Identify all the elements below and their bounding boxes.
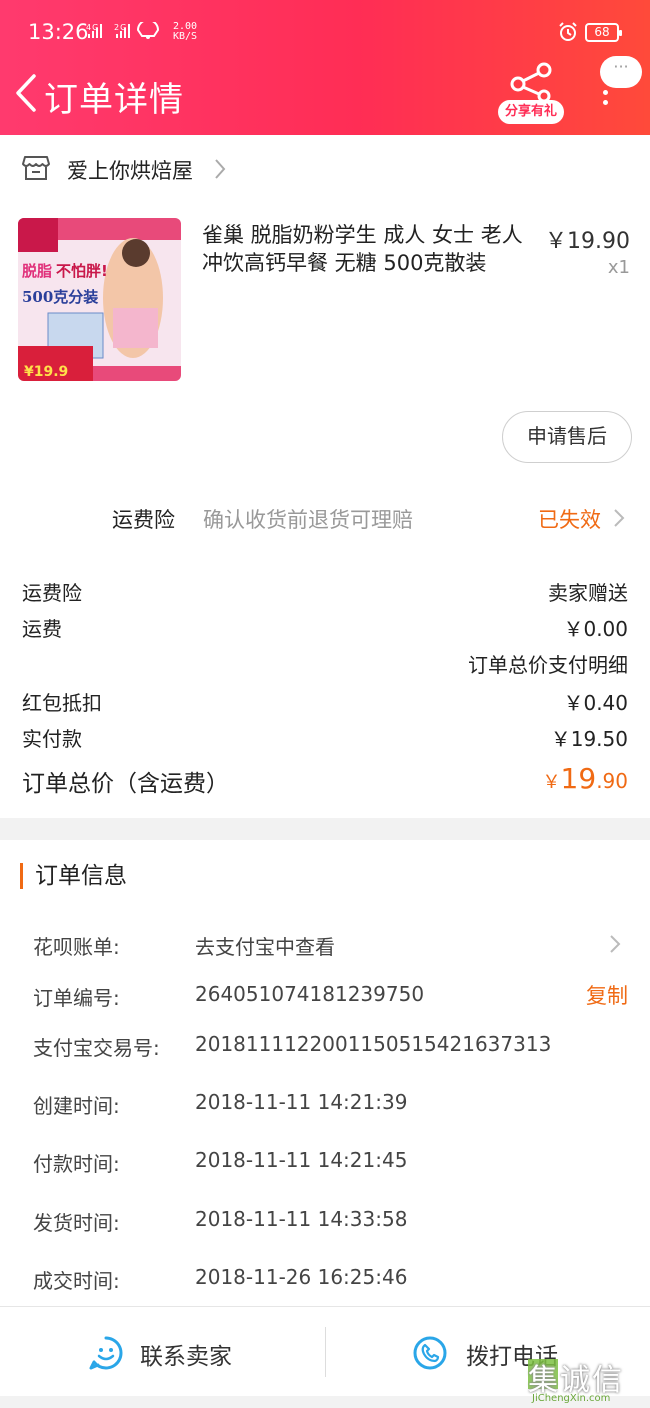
order-number: 264051074181239750 [195,982,425,1006]
order-number-row: 订单编号: 264051074181239750 复制 [0,974,650,1018]
shipped-time-row: 发货时间: 2018-11-11 14:33:58 [0,1199,650,1243]
fee-label: 运费 [22,617,62,641]
info-value: 2018-11-26 16:25:46 [195,1265,408,1289]
network-speed: 2.00 KB/S [173,21,198,42]
status-time: 13:26 [28,20,89,44]
svg-text:脱脂: 脱脂 [22,262,52,280]
contact-seller-label: 联系卖家 [140,1344,232,1370]
created-time-row: 创建时间: 2018-11-11 14:21:39 [0,1082,650,1126]
alipay-trade-number: 2018111122001150515421637313 [195,1032,552,1056]
fee-row-insurance: 运费险 卖家赠送 [0,574,650,606]
share-label: 分享有礼 [498,100,564,124]
product-item[interactable]: 脱脂 不怕胖! 500克分装 ¥19.9 雀巢 脱脂奶粉学生 成人 女士 老人 … [0,201,650,401]
order-info-title: 订单信息 [20,863,127,889]
fee-value: ￥0.40 [563,691,628,715]
paid-time-row: 付款时间: 2018-11-11 14:21:45 [0,1140,650,1184]
done-time-row: 成交时间: 2018-11-26 16:25:46 [0,1257,650,1301]
fee-value: 卖家赠送 [548,581,628,605]
fee-label: 实付款 [22,727,82,751]
message-bubble-icon: ··· [600,56,642,88]
fee-row-shipping: 运费 ￥0.00 [0,610,650,642]
section-divider [0,818,650,840]
chevron-right-icon [612,507,626,529]
payment-detail-link[interactable]: 订单总价支付明细 [468,649,628,678]
product-price: ￥19.90 [545,229,630,254]
info-label: 支付宝交易号: [33,1036,160,1060]
payment-detail-row[interactable]: 订单总价支付明细 [0,646,650,678]
product-title: 雀巢 脱脂奶粉学生 成人 女士 老人 冲饮高钙早餐 无糖 500克散装 [202,223,523,275]
shop-row[interactable]: 爱上你烘焙屋 [0,135,650,201]
page-title: 订单详情 [44,80,184,120]
app-header: 13:26 4G 2G 2.00 KB/S 68 订单详情 分享有礼 ··· [0,0,650,135]
shop-name: 爱上你烘焙屋 [67,159,193,183]
copy-button[interactable]: 复制 [586,980,628,1010]
apply-after-sale-button[interactable]: 申请售后 [502,411,632,463]
more-dot [603,90,608,95]
share-button[interactable]: 分享有礼 [498,62,566,124]
fee-row-paid: 实付款 ￥19.50 [0,720,650,752]
more-menu-button[interactable]: ··· [592,52,642,122]
info-label: 成交时间: [33,1269,120,1293]
info-value: 2018-11-11 14:21:39 [195,1090,408,1114]
share-icon [510,62,552,102]
info-value: 去支付宝中查看 [195,935,335,959]
product-image: 脱脂 不怕胖! 500克分装 ¥19.9 [18,218,181,381]
shipping-insurance-row[interactable]: 运费险 确认收货前退货可理赔 已失效 [0,490,650,546]
info-label: 发货时间: [33,1211,120,1235]
alipay-no-row: 支付宝交易号: 2018111122001150515421637313 [0,1024,650,1068]
fee-label: 红包抵扣 [22,691,102,715]
fee-value: ￥0.00 [563,617,628,641]
insurance-status: 已失效 [538,508,601,532]
battery-indicator: 68 [585,23,622,42]
fee-row-redpack: 红包抵扣 ￥0.40 [0,684,650,716]
huabei-row[interactable]: 花呗账单: 去支付宝中查看 [0,923,650,967]
chevron-right-icon [608,933,622,955]
svg-text:500克分装: 500克分装 [22,288,99,306]
total-label: 订单总价（含运费） [22,771,229,797]
contact-seller-button[interactable]: 联系卖家 [0,1307,325,1397]
chevron-right-icon [212,157,228,181]
info-label: 花呗账单: [33,935,120,959]
phone-icon [413,1336,447,1370]
insurance-description: 确认收货前退货可理赔 [203,508,413,532]
chat-icon [89,1336,123,1370]
insurance-title: 运费险 [112,508,175,532]
order-total-row: 订单总价（含运费） ￥19.90 [0,758,650,804]
watermark-url: JiChengXin.com [532,1393,611,1404]
watermark: 集诚信 JiChengXin.com [528,1355,650,1408]
svg-text:¥19.9: ¥19.9 [24,364,68,380]
info-label: 付款时间: [33,1152,120,1176]
total-value: ￥19.90 [542,762,628,795]
store-icon [22,155,50,181]
svg-text:不怕胖!: 不怕胖! [56,262,108,280]
info-label: 创建时间: [33,1094,120,1118]
fee-value: ￥19.50 [550,727,628,751]
product-quantity: x1 [607,257,630,278]
more-dot [603,100,608,105]
info-value: 2018-11-11 14:33:58 [195,1207,408,1231]
info-value: 2018-11-11 14:21:45 [195,1148,408,1172]
info-label: 订单编号: [33,986,120,1010]
back-arrow-icon[interactable] [12,72,40,114]
fee-label: 运费险 [22,581,82,605]
alarm-icon [558,22,578,42]
signal-icon: 4G 2G [86,19,166,43]
